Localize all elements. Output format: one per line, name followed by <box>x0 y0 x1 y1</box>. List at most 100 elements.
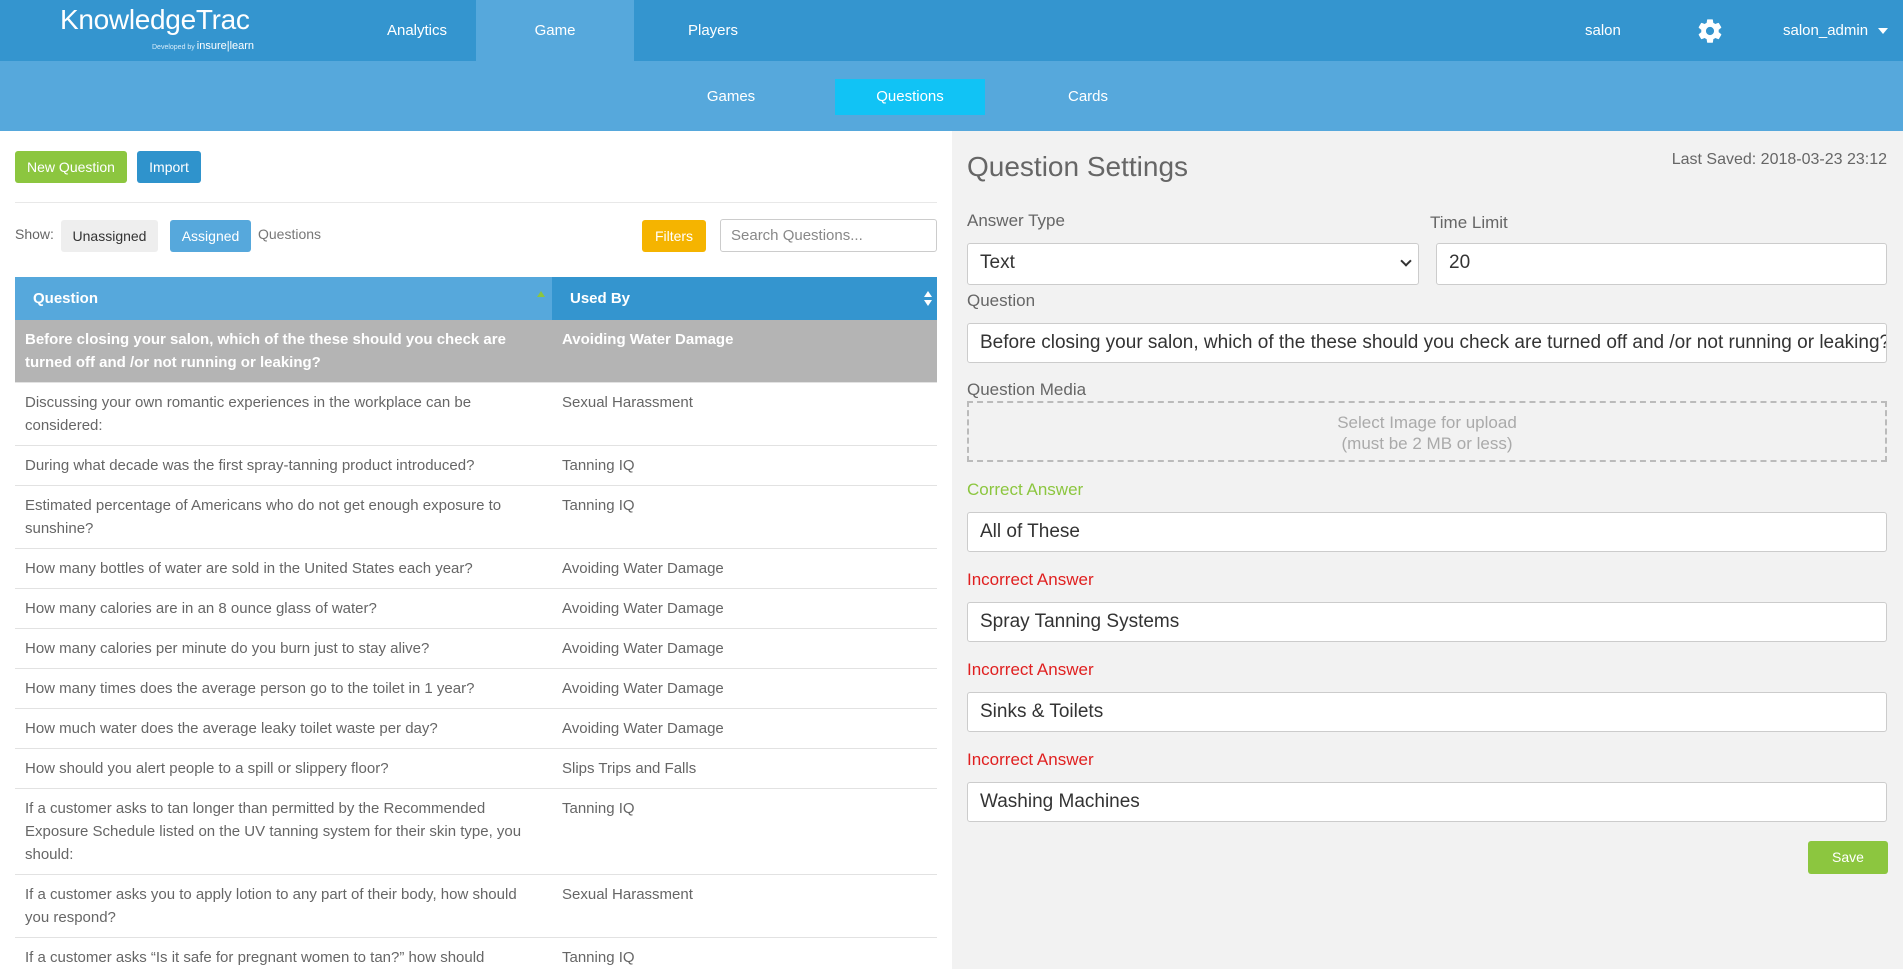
incorrect-answer-input-1[interactable]: Spray Tanning Systems <box>967 602 1887 642</box>
used-by-cell: Avoiding Water Damage <box>562 560 724 577</box>
table-row[interactable]: If a customer asks “Is it safe for pregn… <box>15 938 937 969</box>
column-header-used-by[interactable]: Used By <box>552 277 937 320</box>
upload-instruction: Select Image for upload <box>1337 413 1517 432</box>
site-name[interactable]: salon <box>1585 0 1621 61</box>
incorrect-answer-label: Incorrect Answer <box>967 750 1094 769</box>
gear-icon[interactable] <box>1696 17 1724 45</box>
time-limit-input[interactable]: 20 <box>1436 243 1887 285</box>
question-cell: Discussing your own romantic experiences… <box>25 394 472 434</box>
table-row[interactable]: If a customer asks you to apply lotion t… <box>15 875 937 938</box>
question-cell: During what decade was the first spray-t… <box>25 457 475 474</box>
column-header-used-by-label: Used By <box>570 290 631 307</box>
table-row[interactable]: How much water does the average leaky to… <box>15 709 937 749</box>
questions-label: Questions <box>258 226 322 242</box>
sort-icon <box>924 291 932 307</box>
assigned-toggle[interactable]: Assigned <box>170 220 251 252</box>
tab-games[interactable]: Games <box>672 79 790 115</box>
used-by-cell: Avoiding Water Damage <box>562 720 724 737</box>
chevron-down-icon <box>1878 28 1889 35</box>
question-label: Question <box>967 291 1036 310</box>
correct-answer-label: Correct Answer <box>967 480 1084 499</box>
developed-by-text: Developed by <box>152 44 195 51</box>
question-cell: If a customer asks you to apply lotion t… <box>25 886 517 926</box>
question-cell: How many calories per minute do you burn… <box>25 640 430 657</box>
search-input[interactable] <box>720 219 937 252</box>
user-name: salon_admin <box>1783 22 1869 39</box>
used-by-cell: Tanning IQ <box>562 949 635 966</box>
question-cell: If a customer asks to tan longer than pe… <box>25 800 522 863</box>
used-by-cell: Tanning IQ <box>562 800 635 817</box>
table-row[interactable]: During what decade was the first spray-t… <box>15 446 937 486</box>
incorrect-answer-label: Incorrect Answer <box>967 660 1094 679</box>
table-row[interactable]: How many calories are in an 8 ounce glas… <box>15 589 937 629</box>
question-media-label: Question Media <box>967 380 1087 399</box>
used-by-cell: Slips Trips and Falls <box>562 760 697 777</box>
question-input[interactable]: Before closing your salon, which of the … <box>967 323 1887 363</box>
question-cell: How should you alert people to a spill o… <box>25 760 389 777</box>
table-row[interactable]: Before closing your salon, which of the … <box>15 320 937 383</box>
tab-questions[interactable]: Questions <box>835 79 985 115</box>
table-row[interactable]: How many calories per minute do you burn… <box>15 629 937 669</box>
used-by-cell: Avoiding Water Damage <box>562 600 724 617</box>
unassigned-toggle[interactable]: Unassigned <box>61 220 158 252</box>
sort-ascending-icon <box>537 291 545 297</box>
question-cell: Before closing your salon, which of the … <box>25 331 506 371</box>
column-header-question-label: Question <box>33 290 99 307</box>
partner-logo: insure|learn <box>196 40 255 52</box>
incorrect-answer-label: Incorrect Answer <box>967 570 1094 589</box>
answer-type-label: Answer Type <box>967 211 1065 230</box>
page-title: Question Settings <box>967 151 1189 182</box>
question-list-panel: New Question Import Show: Unassigned Ass… <box>0 131 952 969</box>
question-cell: How many bottles of water are sold in th… <box>25 560 473 577</box>
brand-logo[interactable]: KnowledgeTrac Developed by insure|learn <box>60 4 260 54</box>
incorrect-answer-input-2[interactable]: Sinks & Toilets <box>967 692 1887 732</box>
nav-analytics[interactable]: Analytics <box>337 0 497 61</box>
used-by-cell: Avoiding Water Damage <box>562 331 734 348</box>
table-row[interactable]: If a customer asks to tan longer than pe… <box>15 789 937 875</box>
brand-name: KnowledgeTrac <box>60 4 250 35</box>
used-by-cell: Avoiding Water Damage <box>562 640 724 657</box>
table-body: Before closing your salon, which of the … <box>15 320 937 969</box>
question-cell: How many calories are in an 8 ounce glas… <box>25 600 377 617</box>
questions-table: Question Used By Before closing your sal… <box>15 277 937 969</box>
used-by-cell: Sexual Harassment <box>562 886 693 903</box>
upload-size-limit: (must be 2 MB or less) <box>1341 434 1513 453</box>
used-by-cell: Avoiding Water Damage <box>562 680 724 697</box>
question-settings-panel: Question Settings Last Saved: 2018-03-23… <box>952 131 1903 969</box>
new-question-button[interactable]: New Question <box>15 151 127 183</box>
table-header: Question Used By <box>15 277 937 320</box>
answer-type-value: Text <box>980 252 1015 273</box>
nav-game[interactable]: Game <box>476 0 634 61</box>
used-by-cell: Tanning IQ <box>562 497 635 514</box>
question-cell: How many times does the average person g… <box>25 680 475 697</box>
image-upload-dropzone[interactable]: Select Image for upload (must be 2 MB or… <box>967 401 1887 462</box>
used-by-cell: Sexual Harassment <box>562 394 693 411</box>
correct-answer-input[interactable]: All of These <box>967 512 1887 552</box>
table-row[interactable]: How should you alert people to a spill o… <box>15 749 937 789</box>
column-header-question[interactable]: Question <box>15 277 552 320</box>
time-limit-label: Time Limit <box>1430 213 1508 232</box>
question-cell: Estimated percentage of Americans who do… <box>25 497 502 537</box>
table-row[interactable]: How many bottles of water are sold in th… <box>15 549 937 589</box>
table-row[interactable]: Estimated percentage of Americans who do… <box>15 486 937 549</box>
answer-type-select[interactable]: Text <box>967 243 1419 285</box>
table-row[interactable]: Discussing your own romantic experiences… <box>15 383 937 446</box>
import-button[interactable]: Import <box>137 151 201 183</box>
incorrect-answer-input-3[interactable]: Washing Machines <box>967 782 1887 822</box>
last-saved-timestamp: Last Saved: 2018-03-23 23:12 <box>1671 151 1887 168</box>
chevron-down-icon <box>1400 255 1412 267</box>
tab-cards[interactable]: Cards <box>1028 79 1148 115</box>
filters-button[interactable]: Filters <box>642 220 706 252</box>
question-cell: If a customer asks “Is it safe for pregn… <box>25 949 485 966</box>
question-cell: How much water does the average leaky to… <box>25 720 438 737</box>
table-row[interactable]: How many times does the average person g… <box>15 669 937 709</box>
brand-subtitle: Developed by insure|learn <box>152 40 254 52</box>
sub-navigation-bar: Games Questions Cards <box>0 61 1903 131</box>
top-navigation-bar: KnowledgeTrac Developed by insure|learn … <box>0 0 1903 61</box>
user-menu[interactable]: salon_admin <box>1783 0 1889 61</box>
divider <box>15 202 937 203</box>
show-label: Show: <box>15 226 54 242</box>
used-by-cell: Tanning IQ <box>562 457 635 474</box>
save-button[interactable]: Save <box>1808 841 1888 874</box>
nav-players[interactable]: Players <box>634 0 792 61</box>
